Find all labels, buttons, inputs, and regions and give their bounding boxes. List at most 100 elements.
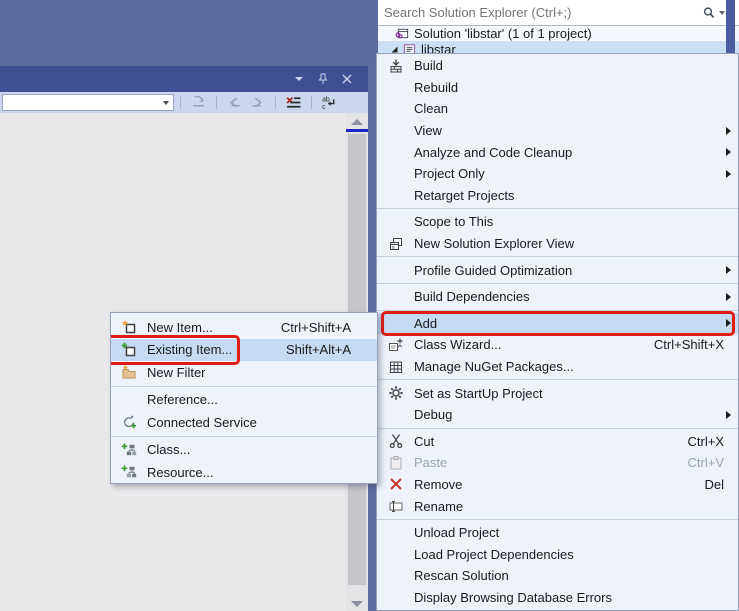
submenu-arrow-icon	[726, 411, 731, 419]
close-icon[interactable]	[340, 72, 354, 86]
tree-item-project[interactable]: libstar	[378, 41, 739, 53]
solution-label: Solution 'libstar' (1 of 1 project)	[414, 26, 592, 41]
chevron-down-icon	[163, 101, 169, 105]
submenu-arrow-icon	[726, 148, 731, 156]
menu-item-debug[interactable]: Debug	[377, 404, 738, 426]
chevron-down-icon	[719, 11, 725, 15]
menu-item-add[interactable]: Add	[377, 313, 738, 335]
word-wrap-icon[interactable]: abc	[321, 95, 338, 111]
menu-item-label: Remove	[414, 477, 686, 492]
menu-item-new-item[interactable]: New Item... Ctrl+Shift+A	[111, 316, 377, 339]
remove-list-icon[interactable]	[285, 95, 302, 111]
menu-item-class[interactable]: Class...	[111, 439, 377, 462]
menu-item-shortcut: Ctrl+Shift+A	[281, 320, 351, 335]
new-solution-explorer-view-icon	[377, 236, 414, 252]
menu-separator	[377, 379, 738, 380]
menu-item-label: Paste	[414, 455, 670, 470]
menu-item-rescan-solution[interactable]: Rescan Solution	[377, 565, 738, 587]
toolbar-separator	[216, 96, 217, 109]
edit-marker-icon[interactable]	[190, 95, 207, 111]
menu-item-label: Load Project Dependencies	[414, 547, 724, 562]
menu-item-label: Project Only	[414, 166, 724, 181]
submenu-arrow-icon	[726, 293, 731, 301]
toolbar-separator	[180, 96, 181, 109]
menu-item-label: Clean	[414, 101, 724, 116]
menu-item-build-dependencies[interactable]: Build Dependencies	[377, 286, 738, 308]
rename-icon	[377, 498, 414, 514]
menu-item-label: Build	[414, 58, 724, 73]
paste-icon	[377, 455, 414, 471]
menu-item-label: Class...	[147, 442, 351, 457]
submenu-arrow-icon	[726, 319, 731, 327]
menu-item-view[interactable]: View	[377, 120, 738, 142]
menu-item-label: Rescan Solution	[414, 568, 724, 583]
menu-item-reference[interactable]: Reference...	[111, 389, 377, 412]
menu-item-new-filter[interactable]: New Filter	[111, 361, 377, 384]
menu-item-label: Retarget Projects	[414, 188, 724, 203]
project-context-menu: Build Rebuild Clean View Analyze and Code Cl…	[376, 53, 739, 611]
submenu-arrow-icon	[726, 266, 731, 274]
navigate-forward-icon[interactable]	[249, 95, 266, 111]
menu-item-connected-service[interactable]: Connected Service	[111, 411, 377, 434]
gear-icon	[377, 385, 414, 401]
nuget-icon	[377, 359, 414, 375]
existing-item-icon	[111, 342, 147, 358]
menu-item-label: Rename	[414, 499, 724, 514]
search-input[interactable]	[378, 3, 702, 23]
menu-item-cut[interactable]: Cut Ctrl+X	[377, 431, 738, 453]
scroll-down-arrow-icon[interactable]	[351, 601, 363, 607]
tool-window-titlebar	[0, 66, 368, 92]
menu-item-paste[interactable]: Paste Ctrl+V	[377, 452, 738, 474]
menu-separator	[377, 428, 738, 429]
project-label: libstar	[421, 42, 456, 54]
menu-item-label: Profile Guided Optimization	[414, 263, 724, 278]
menu-separator	[377, 519, 738, 520]
menu-item-retarget-projects[interactable]: Retarget Projects	[377, 185, 738, 207]
menu-item-label: Cut	[414, 434, 670, 449]
visual-studio-window: abc Solution 'libstar' (1 of 1 project)	[0, 0, 739, 611]
menu-item-label: New Item...	[147, 320, 263, 335]
menu-item-shortcut: Shift+Alt+A	[286, 342, 351, 357]
menu-item-label: View	[414, 123, 724, 138]
menu-item-class-wizard[interactable]: Class Wizard...Ctrl+Shift+X	[377, 334, 738, 356]
menu-item-scope-to-this[interactable]: Scope to This	[377, 211, 738, 233]
menu-item-display-browsing-database-errors[interactable]: Display Browsing Database Errors	[377, 587, 738, 609]
cpp-project-icon	[402, 42, 417, 54]
menu-item-label: Add	[414, 316, 724, 331]
menu-item-label: New Solution Explorer View	[414, 236, 724, 251]
pin-icon[interactable]	[316, 72, 330, 86]
menu-separator	[377, 283, 738, 284]
menu-item-existing-item[interactable]: Existing Item...Shift+Alt+A	[111, 339, 377, 362]
build-icon	[377, 58, 414, 74]
menu-item-rebuild[interactable]: Rebuild	[377, 77, 738, 99]
menu-item-rename[interactable]: Rename	[377, 495, 738, 517]
expander-icon[interactable]	[388, 43, 400, 53]
menu-item-unload-project[interactable]: Unload Project	[377, 522, 738, 544]
menu-item-load-project-dependencies[interactable]: Load Project Dependencies	[377, 543, 738, 565]
menu-item-manage-nuget-packages[interactable]: Manage NuGet Packages...	[377, 356, 738, 378]
menu-separator	[377, 310, 738, 311]
menu-item-shortcut: Del	[704, 477, 724, 492]
menu-item-label: Display Browsing Database Errors	[414, 590, 724, 605]
editor-scope-combobox[interactable]	[2, 94, 174, 111]
menu-item-profile-guided-optimization[interactable]: Profile Guided Optimization	[377, 259, 738, 281]
navigate-backward-icon[interactable]	[226, 95, 243, 111]
menu-item-remove[interactable]: Remove Del	[377, 474, 738, 496]
tree-item-solution[interactable]: Solution 'libstar' (1 of 1 project)	[378, 26, 739, 41]
menu-item-project-only[interactable]: Project Only	[377, 163, 738, 185]
menu-item-clean[interactable]: Clean	[377, 98, 738, 120]
menu-item-set-as-startup-project[interactable]: Set as StartUp Project	[377, 382, 738, 404]
menu-item-label: New Filter	[147, 365, 351, 380]
svg-text:c: c	[322, 104, 326, 111]
menu-item-shortcut: Ctrl+V	[688, 455, 724, 470]
menu-item-shortcut: Ctrl+X	[688, 434, 724, 449]
solution-explorer-panel: Solution 'libstar' (1 of 1 project) libs…	[378, 0, 739, 53]
menu-item-build[interactable]: Build	[377, 55, 738, 77]
menu-item-resource[interactable]: Resource...	[111, 461, 377, 484]
window-menu-chevron-icon[interactable]	[292, 72, 306, 86]
menu-item-label: Manage NuGet Packages...	[414, 359, 724, 374]
menu-item-new-solution-explorer-view[interactable]: New Solution Explorer View	[377, 233, 738, 255]
scroll-up-arrow-icon[interactable]	[351, 119, 363, 125]
menu-item-analyze-and-code-cleanup[interactable]: Analyze and Code Cleanup	[377, 141, 738, 163]
menu-separator	[111, 386, 377, 387]
